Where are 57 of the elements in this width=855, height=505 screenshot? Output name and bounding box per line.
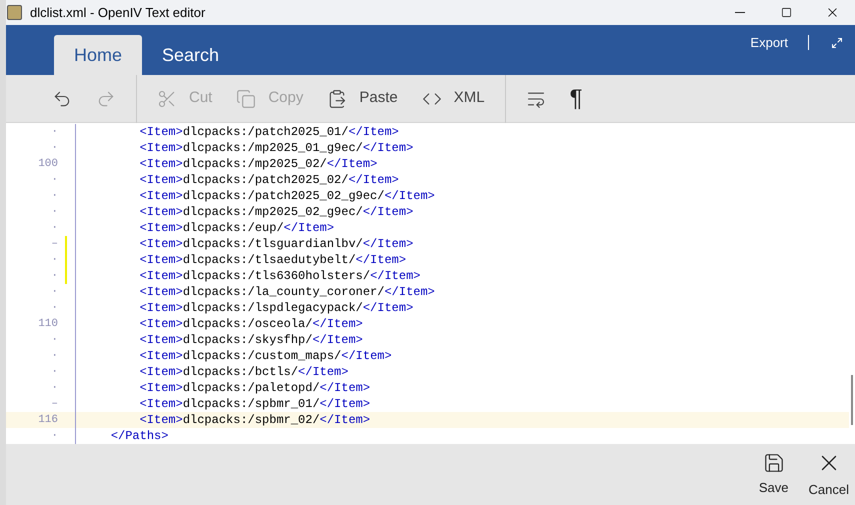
line-number: 100 <box>37 157 58 172</box>
clipboard-icon <box>327 88 348 108</box>
code-line: <Item>dlcpacks:/tls6360holsters/</Item> <box>138 268 420 284</box>
code-line: <Item>dlcpacks:/spbmr_01/</Item> <box>138 396 370 412</box>
line-number: · <box>50 189 58 204</box>
save-button[interactable]: Save <box>758 452 789 498</box>
code-line: <Item>dlcpacks:/mp2025_01_g9ec/</Item> <box>138 140 414 156</box>
line-number: 110 <box>37 317 58 332</box>
code-line: <Item>dlcpacks:/patch2025_01/</Item> <box>138 124 399 140</box>
minimize-icon <box>735 12 745 13</box>
line-number: · <box>50 125 58 140</box>
scrollbar-thumb[interactable] <box>851 375 853 425</box>
line-number: – <box>50 397 58 412</box>
ribbon-tab[interactable]: Search <box>142 35 240 75</box>
line-number: · <box>50 173 58 188</box>
line-number: · <box>50 253 58 268</box>
export-button[interactable]: Export <box>750 33 788 52</box>
line-number: · <box>50 205 58 220</box>
code-line: <Item>dlcpacks:/osceola/</Item> <box>138 316 363 332</box>
expand-icon <box>831 36 843 49</box>
ribbon-tab[interactable]: Home <box>54 35 142 75</box>
code-line: <Item>dlcpacks:/tlsaedutybelt/</Item> <box>138 252 406 268</box>
line-number: · <box>50 429 58 444</box>
code-line: <Item>dlcpacks:/custom_maps/</Item> <box>138 348 392 364</box>
maximize-icon <box>780 7 792 18</box>
code-line: <Item>dlcpacks:/lspdlegacypack/</Item> <box>138 300 414 316</box>
app-icon <box>7 5 22 20</box>
code-line: <Item>dlcpacks:/mp2025_02_g9ec/</Item> <box>138 204 414 220</box>
code-line: <Item>dlcpacks:/la_county_coroner/</Item> <box>138 284 435 300</box>
code-line: <Item>dlcpacks:/skysfhp/</Item> <box>138 332 363 348</box>
code-line: <Item>dlcpacks:/tlsguardianlbv/</Item> <box>138 236 414 252</box>
line-number: · <box>50 141 58 156</box>
line-number: · <box>50 333 58 348</box>
window-title: dlclist.xml - OpenIV Text editor <box>30 4 206 22</box>
code-line: <Item>dlcpacks:/mp2025_02/</Item> <box>138 156 378 172</box>
code-line: <Item>dlcpacks:/bctls/</Item> <box>138 364 348 380</box>
code-line: </Paths> <box>110 428 168 444</box>
code-line: <Item>dlcpacks:/eup/</Item> <box>138 220 334 236</box>
line-number: · <box>50 365 58 380</box>
paste-button[interactable]: Paste <box>315 78 410 118</box>
pilcrow-button[interactable]: ¶ <box>558 80 594 116</box>
line-number: · <box>50 349 58 364</box>
code-line: <Item>dlcpacks:/patch2025_02/</Item> <box>138 172 399 188</box>
line-number: · <box>50 269 58 284</box>
line-number: 116 <box>37 413 58 428</box>
code-line: <Item>dlcpacks:/paletopd/</Item> <box>138 380 370 396</box>
cancel-button[interactable]: Cancel <box>808 450 849 500</box>
line-number: · <box>50 381 58 396</box>
line-number: · <box>50 285 58 300</box>
code-line: <Item>dlcpacks:/patch2025_02_g9ec/</Item> <box>138 188 435 204</box>
xml-button[interactable]: XML <box>410 78 497 118</box>
code-line: <Item>dlcpacks:/spbmr_02/</Item> <box>138 412 370 428</box>
line-number: – <box>50 237 58 252</box>
copy-icon <box>236 88 256 108</box>
scissors-icon <box>157 88 177 108</box>
line-number: · <box>50 221 58 236</box>
line-number: · <box>50 301 58 316</box>
